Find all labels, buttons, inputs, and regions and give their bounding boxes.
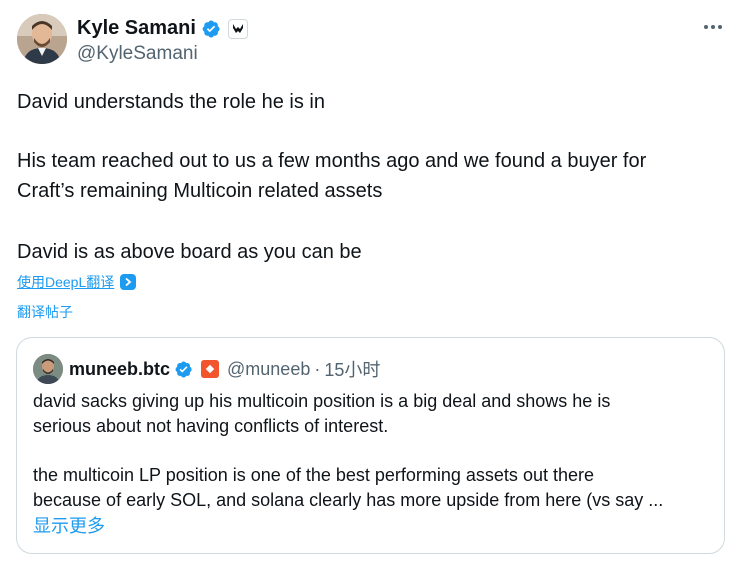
more-options-button[interactable] [698, 16, 728, 38]
quoted-text-line-4: because of early SOL, and solana clearly… [33, 490, 664, 510]
post-paragraph-2-line-1: His team reached out to us a few months … [17, 150, 647, 172]
quoted-author-avatar[interactable] [33, 354, 63, 384]
quoted-text-line-1: david sacks giving up his multicoin posi… [33, 391, 611, 411]
more-options-icon [704, 25, 722, 29]
translate-post-link[interactable]: 翻译帖子 [17, 302, 73, 322]
tweet: Kyle Samani @KyleSamani David understand… [0, 0, 744, 564]
quoted-timestamp[interactable]: 15小时 [324, 356, 380, 382]
show-more-link[interactable]: 显示更多 [33, 512, 105, 538]
author-handle[interactable]: @KyleSamani [77, 43, 198, 65]
quoted-text-line-3: the multicoin LP position is one of the … [33, 465, 594, 485]
quoted-author-name[interactable]: muneeb.btc [69, 359, 170, 380]
post-paragraph-1: David understands the role he is in [17, 91, 325, 113]
author-name[interactable]: Kyle Samani [77, 17, 196, 40]
author-avatar[interactable] [17, 14, 67, 64]
quoted-header: muneeb.btc @muneeb · 15小时 [69, 356, 380, 382]
post-paragraph-2-line-2: Craft’s remaining Multicoin related asse… [17, 180, 383, 202]
author-name-row[interactable]: Kyle Samani [77, 17, 248, 40]
post-paragraph-3: David is as above board as you can be [17, 241, 362, 263]
quoted-text-line-2: serious about not having conflicts of in… [33, 416, 389, 436]
quoted-separator: · [314, 358, 321, 379]
translate-with-deepl-link[interactable]: 使用DeepL翻译 [17, 272, 137, 292]
affiliation-badge-icon[interactable] [227, 18, 248, 39]
quoted-author-handle: @muneeb [227, 358, 311, 379]
quoted-verified-badge-icon [175, 360, 192, 378]
translate-with-deepl-label[interactable]: 使用DeepL翻译 [17, 272, 114, 292]
quoted-affiliation-badge-icon [201, 360, 220, 378]
verified-badge-icon [202, 20, 220, 37]
deepl-icon [120, 274, 137, 290]
quoted-tweet-card[interactable]: muneeb.btc @muneeb · 15小时 david sacks gi… [16, 337, 725, 554]
